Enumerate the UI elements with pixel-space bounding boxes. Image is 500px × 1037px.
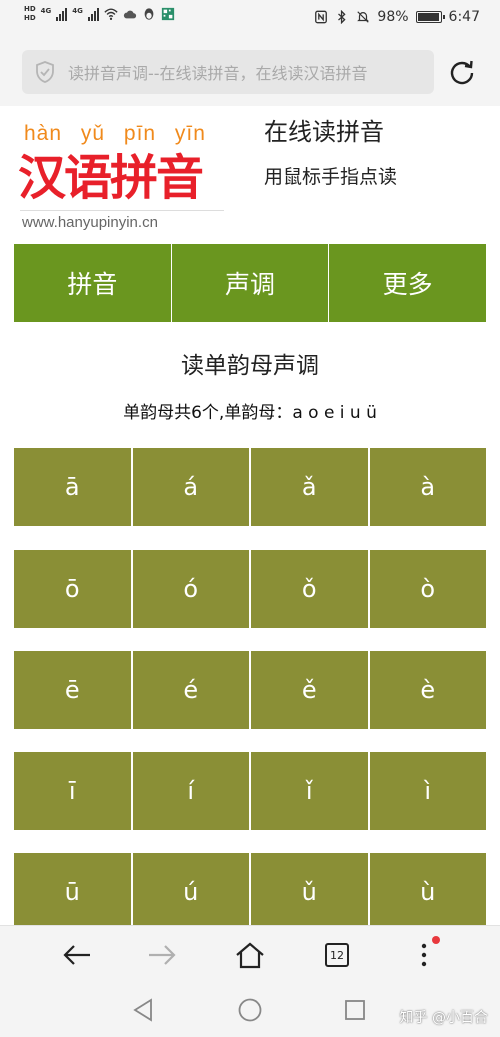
qr-app-icon [161,7,175,21]
home-circle-icon [238,998,262,1022]
status-bar-left: HD HD 4G 4G [24,5,175,23]
url-text: 读拼音声调--在线读拼音，在线读汉语拼音 [68,64,368,83]
network-label-2: 4G [72,7,83,15]
signal-icon [56,7,68,21]
reload-icon[interactable] [448,58,476,86]
nav-item-pinyin[interactable]: 拼音 [14,244,172,322]
system-home-button[interactable] [235,995,265,1025]
browser-toolbar: 12 [0,925,500,983]
tone-button[interactable]: ó [132,550,251,628]
nav-item-tones[interactable]: 声调 [172,244,330,322]
bluetooth-icon [338,10,346,24]
network-label-1: 4G [40,7,52,15]
tone-button[interactable]: ú [132,853,251,925]
tone-row-i: ī í ǐ ì [14,752,486,830]
tone-button[interactable]: ǔ [251,853,370,925]
section-title: 读单韵母声调 [181,353,319,379]
tone-button[interactable]: í [132,752,251,830]
tone-row-e: ē é ě è [14,651,486,729]
clock: 6:47 [448,9,480,25]
mute-icon [357,11,370,23]
home-icon [236,942,264,969]
site-subtitle: 用鼠标手指点读 [264,166,398,188]
tone-button[interactable]: ì [369,752,486,830]
tone-button[interactable]: è [369,651,486,729]
status-bar: HD HD 4G 4G 98% 6:47 [0,0,500,38]
tone-button[interactable]: ō [14,550,133,628]
tone-button[interactable]: ā [14,448,133,526]
nav-item-more[interactable]: 更多 [329,244,486,322]
logo-hanzi: 汉语拼音 [18,150,204,206]
forward-arrow-icon [149,945,176,965]
url-field[interactable]: 读拼音声调--在线读拼音，在线读汉语拼音 [22,50,434,94]
tone-button[interactable]: ǒ [251,550,370,628]
tone-button[interactable]: ū [14,853,133,925]
status-bar-right: 98% 6:47 [314,9,480,25]
logo-pinyin: hàn yǔ pīn yīn [24,122,206,145]
penguin-icon [144,8,154,20]
tone-button[interactable]: à [369,448,486,526]
hd-label-2: HD [24,14,36,22]
main-nav: 拼音 声调 更多 [14,244,486,322]
system-back-button[interactable] [128,995,158,1025]
menu-button[interactable] [407,936,441,972]
system-recents-button[interactable] [340,995,370,1025]
tone-row-u: ū ú ǔ ù [14,853,486,925]
tone-button[interactable]: ě [251,651,370,729]
hd-label-1: HD [24,5,36,13]
back-triangle-icon [133,998,152,1022]
tabs-icon: 12 [325,943,349,967]
tone-button[interactable]: á [132,448,251,526]
battery-icon [415,11,445,23]
logo-divider [20,210,224,211]
tone-button[interactable]: ī [14,752,133,830]
home-button[interactable] [233,938,267,972]
watermark: 知乎 @小百合 [399,1010,488,1026]
battery-fill [417,13,440,21]
site-logo[interactable]: hàn yǔ pīn yīn 汉语拼音 www.hanyupinyin.cn [14,118,224,238]
more-vertical-icon [421,943,427,967]
tabs-button[interactable]: 12 [320,938,354,972]
hd-indicator: HD HD [24,5,36,23]
tone-button[interactable]: ǎ [251,448,370,526]
battery-percent: 98% [377,9,409,25]
tone-row-o: ō ó ǒ ò [14,550,486,628]
tone-row-a: ā á ǎ à [14,448,486,526]
tone-button[interactable]: ē [14,651,133,729]
tone-button[interactable]: é [132,651,251,729]
wifi-icon [104,8,118,20]
tone-button[interactable]: ǐ [251,752,370,830]
back-button[interactable] [60,938,94,972]
section-description: 单韵母共6个,单韵母：a o e i u ü [123,403,377,423]
system-navbar: 知乎 @小百合 [0,983,500,1037]
shield-icon [36,61,54,83]
address-bar: 读拼音声调--在线读拼音，在线读汉语拼音 [0,38,500,106]
forward-button[interactable] [145,938,179,972]
site-title: 在线读拼音 [264,118,384,146]
recents-square-icon [345,1000,365,1020]
signal-icon [87,7,99,21]
back-arrow-icon [63,945,90,965]
notification-dot [432,936,440,944]
logo-url: www.hanyupinyin.cn [22,214,158,231]
tone-button[interactable]: ù [369,853,486,925]
tone-button[interactable]: ò [369,550,486,628]
tone-grid: ā á ǎ à ō ó ǒ ò ē é ě è ī í ǐ ì ū ú ǔ ù [14,448,486,925]
nfc-icon [315,10,328,24]
tab-count: 12 [330,948,344,962]
cloud-icon [123,10,137,19]
